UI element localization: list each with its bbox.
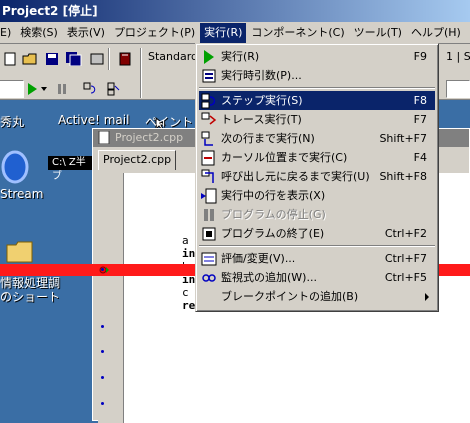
menu-item-label: 監視式の追加(W)... (221, 271, 317, 284)
menu-item-shortcut: F9 (413, 50, 427, 63)
step-over-icon (201, 93, 217, 109)
toolbar-combo-right[interactable] (446, 80, 470, 98)
executable-line-dot (101, 402, 104, 405)
folder-icon[interactable] (6, 240, 34, 264)
menu-separator (199, 87, 435, 89)
parameters-icon (201, 68, 217, 84)
menu-item-shortcut: F4 (413, 151, 427, 164)
tab-project2-cpp[interactable]: Project2.cpp (98, 150, 176, 170)
menu-item-parameters[interactable]: 実行時引数(P)... (199, 66, 435, 85)
menu-item-shortcut: F8 (413, 94, 427, 107)
editor-gutter[interactable] (98, 173, 124, 423)
menu-item-next-line[interactable]: 次の行まで実行(N) Shift+F7 (199, 129, 435, 148)
menu-item-label: ステップ実行(S) (221, 94, 303, 107)
menu-item-add-watch[interactable]: 監視式の追加(W)... Ctrl+F5 (199, 268, 435, 287)
menu-item-label: 評価/変更(V)... (221, 252, 296, 265)
toolbar-separator (108, 48, 110, 70)
menu-item-label: プログラムの終了(E) (221, 227, 325, 240)
submenu-arrow-icon (425, 293, 429, 301)
menubar: E) 検索(S) 表示(V) プロジェクト(P) 実行(R) コンポーネント(C… (0, 22, 470, 44)
executable-line-dot (101, 268, 104, 271)
menu-item-label: 次の行まで実行(N) (221, 132, 315, 145)
save-icon[interactable] (42, 49, 62, 69)
menu-run[interactable]: 実行(R) (200, 22, 247, 43)
menu-item-reset[interactable]: プログラムの終了(E) Ctrl+F2 (199, 224, 435, 243)
palette-tab-standard[interactable]: Standard (148, 50, 198, 63)
run-to-cursor-icon (201, 150, 217, 166)
show-execution-point-icon (201, 188, 217, 204)
menu-item-shortcut: Ctrl+F5 (384, 271, 427, 284)
executable-line-dot (101, 376, 104, 379)
menu-item-trace-into[interactable]: トレース実行(T) F7 (199, 110, 435, 129)
menu-item-pause: プログラムの停止(G) (199, 205, 435, 224)
desktop-icon-active-mail[interactable]: Active! mail (58, 113, 129, 127)
menu-item-label: トレース実行(T) (221, 113, 302, 126)
menu-help[interactable]: ヘルプ(H) (407, 23, 465, 43)
menu-item-run-to-cursor[interactable]: カーソル位置まで実行(C) F4 (199, 148, 435, 167)
reset-icon (201, 226, 217, 242)
run-until-return-icon (201, 169, 217, 185)
desktop-icon-hidemaru[interactable]: 秀丸 (0, 113, 24, 130)
add-watch-icon (201, 270, 217, 286)
palette-tab-right[interactable]: 1 | Sa (446, 50, 470, 63)
menu-item-label: 実行(R) (221, 50, 260, 63)
menu-project[interactable]: プロジェクト(P) (110, 23, 199, 43)
next-line-icon (201, 131, 217, 147)
menu-component[interactable]: コンポーネント(C) (247, 23, 348, 43)
menu-item-show-execution-point[interactable]: 実行中の行を表示(X) (199, 186, 435, 205)
help-book-icon[interactable] (116, 49, 136, 69)
menu-item-label: カーソル位置まで実行(C) (221, 151, 348, 164)
menu-item-shortcut: Shift+F7 (379, 132, 427, 145)
window-title: Project2 [停止] (2, 4, 98, 18)
menu-item-shortcut: Shift+F8 (379, 170, 427, 183)
stream-app-icon[interactable] (0, 150, 30, 184)
menu-item-label: プログラムの停止(G) (221, 208, 326, 221)
run-icon (201, 49, 217, 65)
menu-item-label: 実行中の行を表示(X) (221, 189, 326, 202)
open-icon[interactable] (20, 49, 40, 69)
pause-icon (201, 207, 217, 223)
tab-label: Project2.cpp (103, 153, 172, 166)
desktop-icon-stream[interactable]: Stream (0, 187, 43, 201)
toolbar-combo[interactable] (0, 80, 24, 98)
executable-line-dot (101, 325, 104, 328)
run-dropdown-icon[interactable] (34, 79, 54, 99)
trace-into-icon[interactable] (80, 79, 100, 99)
menu-item-shortcut: Ctrl+F7 (384, 252, 427, 265)
menu-item-shortcut: Ctrl+F2 (384, 227, 427, 240)
menu-tools[interactable]: ツール(T) (350, 23, 406, 43)
pause-icon (52, 79, 72, 99)
trace-into-icon (201, 112, 217, 128)
window-titlebar: Project2 [停止] (0, 0, 470, 22)
step-over-icon[interactable] (104, 79, 124, 99)
evaluate-icon (201, 251, 217, 267)
open-project-icon[interactable] (88, 49, 108, 69)
document-icon (98, 130, 111, 145)
menu-item-evaluate[interactable]: 評価/変更(V)... Ctrl+F7 (199, 249, 435, 268)
menu-item-label: 呼び出し元に戻るまで実行(U) (221, 170, 370, 183)
desktop-icon-shortcut-2[interactable]: のショート (0, 288, 60, 305)
menu-item-run-until-return[interactable]: 呼び出し元に戻るまで実行(U) Shift+F8 (199, 167, 435, 186)
new-icon[interactable] (0, 49, 20, 69)
editor-window-title: Project2.cpp (115, 131, 184, 144)
menu-item-step-over[interactable]: ステップ実行(S) F8 (199, 91, 435, 110)
menu-separator (199, 245, 435, 247)
menu-item-label: 実行時引数(P)... (221, 69, 302, 82)
menu-edit[interactable]: E) (0, 23, 15, 43)
menu-item-run[interactable]: 実行(R) F9 (199, 47, 435, 66)
menu-item-label: ブレークポイントの追加(B) (221, 290, 359, 303)
menu-item-add-breakpoint[interactable]: ブレークポイントの追加(B) (199, 287, 435, 306)
executable-line-dot (101, 350, 104, 353)
run-menu-dropdown: 実行(R) F9 実行時引数(P)... ステップ実行(S) F8 トレース実行(T) F7… (195, 43, 439, 312)
save-all-icon[interactable] (64, 49, 84, 69)
menu-item-shortcut: F7 (413, 113, 427, 126)
console-window-caption[interactable]: C:\ Z半ブ (48, 156, 92, 182)
menu-search[interactable]: 検索(S) (16, 23, 62, 43)
toolbar-separator (140, 48, 142, 98)
menu-view[interactable]: 表示(V) (63, 23, 109, 43)
